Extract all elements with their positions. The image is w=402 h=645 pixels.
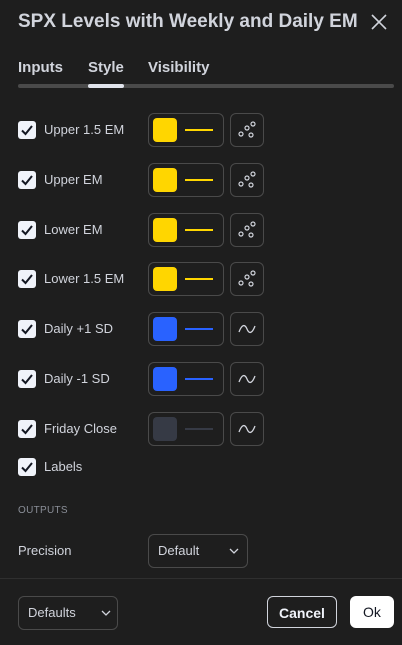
precision-value: Default <box>158 543 200 558</box>
tab-track <box>18 84 394 88</box>
upper-1-5-em-label: Upper 1.5 EM <box>44 122 125 137</box>
dots-icon <box>238 121 256 138</box>
color-swatch <box>153 317 177 341</box>
daily-minus-1-sd-style-button[interactable] <box>230 362 264 396</box>
color-swatch <box>153 417 177 441</box>
lower-em-label: Lower EM <box>44 222 103 237</box>
chevron-down-icon <box>101 610 111 616</box>
tab-visibility[interactable]: Visibility <box>148 59 209 76</box>
line-icon <box>238 424 256 434</box>
tab-style[interactable]: Style <box>88 59 124 76</box>
friday-close-color-button[interactable] <box>148 412 224 446</box>
outputs-section-title: OUTPUTS <box>18 505 68 516</box>
lower-1-5-em-checkbox[interactable] <box>18 270 36 288</box>
checkmark-icon <box>21 175 33 186</box>
tab-inputs[interactable]: Inputs <box>18 59 63 76</box>
checkmark-icon <box>21 324 33 335</box>
lower-em-checkbox[interactable] <box>18 221 36 239</box>
color-swatch <box>153 118 177 142</box>
dots-icon <box>238 221 256 238</box>
precision-label: Precision <box>18 543 72 558</box>
line-icon <box>238 374 256 384</box>
friday-close-style-button[interactable] <box>230 412 264 446</box>
upper-1-5-em-color-button[interactable] <box>148 113 224 147</box>
daily-plus-1-sd-checkbox[interactable] <box>18 320 36 338</box>
line-sample <box>185 278 213 280</box>
daily-minus-1-sd-color-button[interactable] <box>148 362 224 396</box>
upper-em-checkbox[interactable] <box>18 171 36 189</box>
checkmark-icon <box>21 125 33 136</box>
upper-em-color-button[interactable] <box>148 163 224 197</box>
cancel-button[interactable]: Cancel <box>267 596 337 628</box>
daily-minus-1-sd-checkbox[interactable] <box>18 370 36 388</box>
upper-em-label: Upper EM <box>44 172 103 187</box>
color-swatch <box>153 218 177 242</box>
lower-1-5-em-label: Lower 1.5 EM <box>44 271 125 286</box>
ok-button[interactable]: Ok <box>350 596 394 628</box>
line-sample <box>185 428 213 430</box>
lower-1-5-em-style-button[interactable] <box>230 262 264 296</box>
checkmark-icon <box>21 462 33 473</box>
line-sample <box>185 129 213 131</box>
line-sample <box>185 328 213 330</box>
daily-plus-1-sd-color-button[interactable] <box>148 312 224 346</box>
dialog-title: SPX Levels with Weekly and Daily EM <box>18 11 358 32</box>
checkmark-icon <box>21 225 33 236</box>
labels-label: Labels <box>44 459 83 474</box>
daily-plus-1-sd-label: Daily +1 SD <box>44 321 113 336</box>
labels-checkbox[interactable] <box>18 458 36 476</box>
friday-close-checkbox[interactable] <box>18 420 36 438</box>
line-sample <box>185 179 213 181</box>
checkmark-icon <box>21 374 33 385</box>
lower-em-color-button[interactable] <box>148 213 224 247</box>
friday-close-label: Friday Close <box>44 421 117 436</box>
chevron-down-icon <box>229 548 239 554</box>
color-swatch <box>153 168 177 192</box>
upper-1-5-em-checkbox[interactable] <box>18 121 36 139</box>
defaults-dropdown[interactable]: Defaults <box>18 596 118 630</box>
dots-icon <box>238 270 256 287</box>
color-swatch <box>153 267 177 291</box>
line-sample <box>185 378 213 380</box>
tab-active-indicator <box>88 84 124 88</box>
defaults-label: Defaults <box>28 605 76 620</box>
line-icon <box>238 324 256 334</box>
color-swatch <box>153 367 177 391</box>
lower-1-5-em-color-button[interactable] <box>148 262 224 296</box>
footer-divider <box>0 578 402 579</box>
checkmark-icon <box>21 424 33 435</box>
daily-plus-1-sd-style-button[interactable] <box>230 312 264 346</box>
lower-em-style-button[interactable] <box>230 213 264 247</box>
close-icon[interactable] <box>369 12 389 32</box>
line-sample <box>185 229 213 231</box>
upper-1-5-em-style-button[interactable] <box>230 113 264 147</box>
checkmark-icon <box>21 274 33 285</box>
dots-icon <box>238 171 256 188</box>
precision-select[interactable]: Default <box>148 534 248 568</box>
upper-em-style-button[interactable] <box>230 163 264 197</box>
daily-minus-1-sd-label: Daily -1 SD <box>44 371 110 386</box>
